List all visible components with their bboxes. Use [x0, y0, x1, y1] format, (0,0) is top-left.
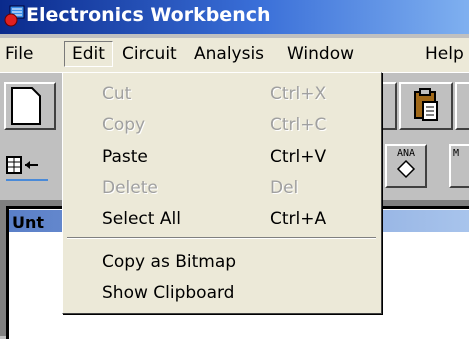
menu-item-label: Show Clipboard — [102, 283, 235, 303]
analog-ics-button[interactable]: ANA — [385, 144, 427, 188]
menu-analysis[interactable]: Analysis — [194, 44, 264, 64]
paste-button[interactable] — [399, 82, 453, 130]
menu-item-label: Cut — [102, 84, 132, 104]
grid-arrow-icon — [6, 156, 48, 181]
menu-item-shortcut: Ctrl+A — [270, 209, 327, 229]
menu-item-delete[interactable]: Delete Del — [63, 176, 381, 202]
menu-circuit[interactable]: Circuit — [122, 44, 177, 64]
mixed-ics-button[interactable]: M — [449, 144, 469, 188]
menu-item-label: Delete — [102, 178, 158, 198]
new-document-icon — [11, 87, 41, 125]
menu-item-shortcut: Del — [270, 178, 299, 198]
window-title: Electronics Workbench — [26, 4, 271, 26]
menu-item-label: Copy as Bitmap — [102, 252, 237, 272]
menu-item-label: Select All — [102, 209, 181, 229]
menu-edit[interactable]: Edit — [64, 41, 113, 67]
menu-file[interactable]: File — [5, 44, 33, 64]
menu-item-paste[interactable]: Paste Ctrl+V — [63, 145, 381, 171]
menu-window[interactable]: Window — [287, 44, 354, 64]
menu-item-shortcut: Ctrl+V — [270, 147, 327, 167]
menu-help[interactable]: Help — [425, 44, 464, 64]
menu-item-select-all[interactable]: Select All Ctrl+A — [63, 207, 381, 233]
menu-item-show-clipboard[interactable]: Show Clipboard — [63, 281, 381, 307]
menu-item-label: Paste — [102, 147, 148, 167]
toolbar-button-partial[interactable] — [455, 82, 469, 130]
clipboard-icon — [414, 88, 438, 121]
favorites-button[interactable] — [4, 150, 50, 186]
menu-item-shortcut: Ctrl+C — [270, 115, 327, 135]
menu-separator — [67, 237, 376, 239]
app-icon — [4, 5, 25, 27]
menu-item-copy[interactable]: Copy Ctrl+C — [63, 113, 381, 139]
menu-item-copy-as-bitmap[interactable]: Copy as Bitmap — [63, 250, 381, 276]
menu-item-cut[interactable]: Cut Ctrl+X — [63, 82, 381, 108]
edit-menu-dropdown: Cut Ctrl+X Copy Ctrl+C Paste Ctrl+V Dele… — [62, 72, 382, 314]
ic-chip-icon — [396, 159, 416, 179]
menu-item-shortcut: Ctrl+X — [270, 84, 327, 104]
new-button[interactable] — [4, 82, 56, 130]
mixed-label: M — [453, 148, 460, 159]
menu-item-label: Copy — [102, 115, 146, 135]
menu-bar: File Edit Circuit Analysis Window Help — [0, 38, 469, 73]
circuit-window-title: Unt — [12, 213, 45, 232]
